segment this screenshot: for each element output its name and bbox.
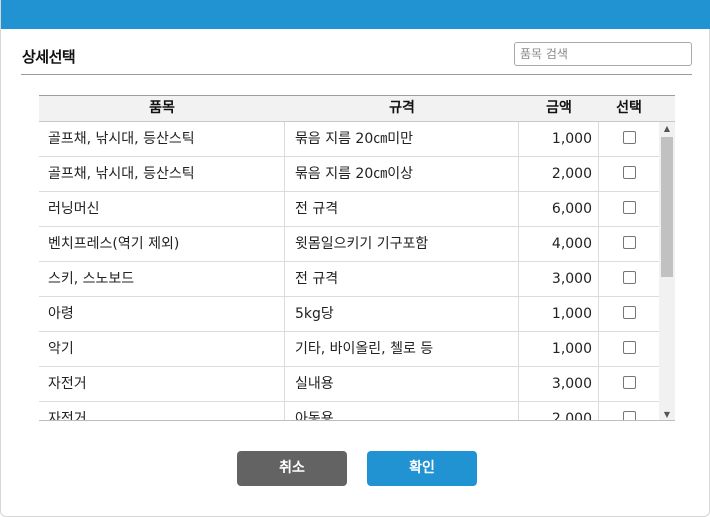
header-scroll-spacer xyxy=(659,96,675,121)
table-row: 자전거 아동용 2,000 xyxy=(39,402,659,420)
dialog-title: 상세선택 xyxy=(22,48,76,66)
column-header-price: 금액 xyxy=(546,100,572,116)
cell-price: 2,000 xyxy=(519,402,599,420)
item-search-input[interactable] xyxy=(514,42,692,66)
cell-price: 1,000 xyxy=(519,297,599,331)
cell-select xyxy=(599,332,659,366)
cell-select xyxy=(599,227,659,261)
cell-item: 골프채, 낚시대, 등산스틱 xyxy=(39,157,285,191)
scrollbar-thumb[interactable] xyxy=(661,137,673,277)
cell-price: 3,000 xyxy=(519,262,599,296)
cell-item: 벤치프레스(역기 제외) xyxy=(39,227,285,261)
cell-price: 3,000 xyxy=(519,367,599,401)
cell-spec: 묶음 지름 20㎝이상 xyxy=(285,157,519,191)
cancel-button[interactable]: 취소 xyxy=(237,451,347,486)
column-header-item: 품목 xyxy=(149,100,175,116)
row-select-checkbox[interactable] xyxy=(622,341,636,354)
cell-price: 1,000 xyxy=(519,332,599,366)
cell-select xyxy=(599,262,659,296)
table-row: 벤치프레스(역기 제외) 윗몸일으키기 기구포함 4,000 xyxy=(39,227,659,262)
table-header: 품목 규격 금액 선택 xyxy=(39,96,675,122)
cell-select xyxy=(599,367,659,401)
cell-item: 자전거 xyxy=(39,402,285,420)
cell-item: 골프채, 낚시대, 등산스틱 xyxy=(39,122,285,156)
row-select-checkbox[interactable] xyxy=(622,131,636,144)
cell-item: 아령 xyxy=(39,297,285,331)
cell-spec: 실내용 xyxy=(285,367,519,401)
table-row: 스키, 스노보드 전 규격 3,000 xyxy=(39,262,659,297)
row-select-checkbox[interactable] xyxy=(622,271,636,284)
table-row: 골프채, 낚시대, 등산스틱 묶음 지름 20㎝미만 1,000 xyxy=(39,122,659,157)
table-row: 자전거 실내용 3,000 xyxy=(39,367,659,402)
cell-select xyxy=(599,157,659,191)
cell-spec: 기타, 바이올린, 첼로 등 xyxy=(285,332,519,366)
confirm-button[interactable]: 확인 xyxy=(367,451,477,486)
cell-select xyxy=(599,297,659,331)
row-select-checkbox[interactable] xyxy=(622,166,636,179)
row-select-checkbox[interactable] xyxy=(622,411,636,420)
cell-price: 2,000 xyxy=(519,157,599,191)
table-row: 골프채, 낚시대, 등산스틱 묶음 지름 20㎝이상 2,000 xyxy=(39,157,659,192)
row-select-checkbox[interactable] xyxy=(622,306,636,319)
cell-price: 4,000 xyxy=(519,227,599,261)
table-row: 러닝머신 전 규격 6,000 xyxy=(39,192,659,227)
title-divider xyxy=(21,74,692,75)
table-row: 악기 기타, 바이올린, 첼로 등 1,000 xyxy=(39,332,659,367)
cell-item: 자전거 xyxy=(39,367,285,401)
cell-price: 1,000 xyxy=(519,122,599,156)
table-scrollbar[interactable]: ▲ ▼ xyxy=(659,122,675,420)
column-header-select: 선택 xyxy=(616,100,642,116)
column-header-spec: 규격 xyxy=(389,100,415,116)
cell-spec: 윗몸일으키기 기구포함 xyxy=(285,227,519,261)
table-body: 골프채, 낚시대, 등산스틱 묶음 지름 20㎝미만 1,000 골프채, 낚시… xyxy=(39,122,659,420)
table-row: 아령 5kg당 1,000 xyxy=(39,297,659,332)
cell-item: 러닝머신 xyxy=(39,192,285,226)
cell-spec: 5kg당 xyxy=(285,297,519,331)
cell-select xyxy=(599,122,659,156)
dialog-title-bar xyxy=(1,0,710,29)
scroll-up-arrow-icon[interactable]: ▲ xyxy=(659,122,675,136)
row-select-checkbox[interactable] xyxy=(622,201,636,214)
cell-spec: 아동용 xyxy=(285,402,519,420)
cell-select xyxy=(599,192,659,226)
cell-spec: 전 규격 xyxy=(285,262,519,296)
item-table: 품목 규격 금액 선택 골프채, 낚시대, 등산스틱 묶음 지름 20㎝미만 1… xyxy=(39,95,675,421)
cell-spec: 전 규격 xyxy=(285,192,519,226)
cell-item: 악기 xyxy=(39,332,285,366)
cell-spec: 묶음 지름 20㎝미만 xyxy=(285,122,519,156)
detail-select-dialog: 상세선택 품목 규격 금액 선택 골프채, 낚시대, 등산스틱 묶음 지름 20… xyxy=(0,0,710,517)
cell-item: 스키, 스노보드 xyxy=(39,262,285,296)
cell-price: 6,000 xyxy=(519,192,599,226)
row-select-checkbox[interactable] xyxy=(622,376,636,389)
row-select-checkbox[interactable] xyxy=(622,236,636,249)
cell-select xyxy=(599,402,659,420)
scroll-down-arrow-icon[interactable]: ▼ xyxy=(659,408,675,420)
